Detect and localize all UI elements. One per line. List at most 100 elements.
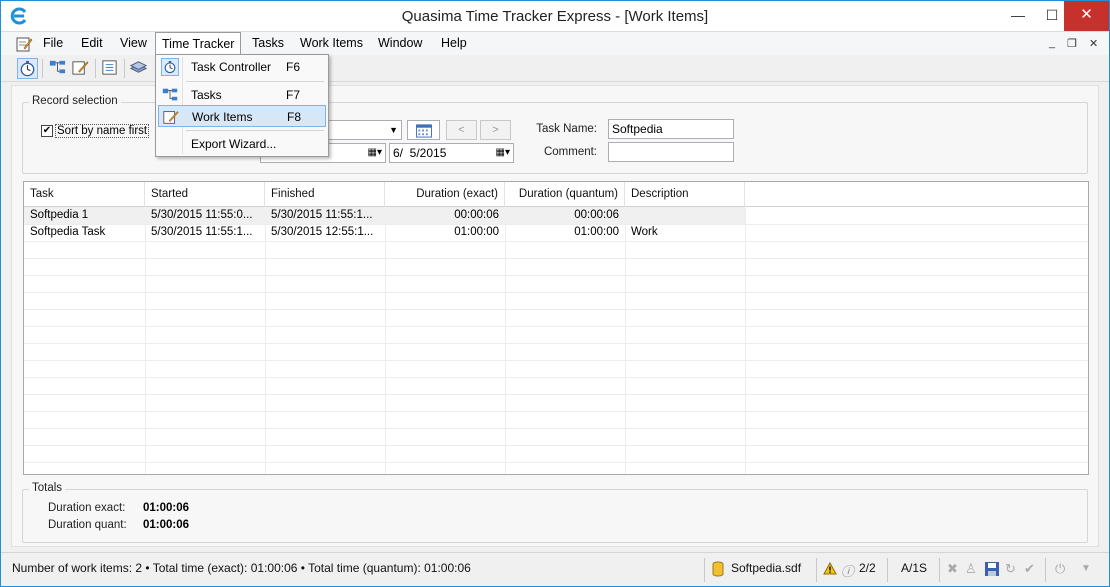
checkmark-icon[interactable]: ✔	[1024, 561, 1035, 577]
database-name: Softpedia.sdf	[731, 561, 802, 575]
cell-finished: 5/30/2015 11:55:1...	[271, 209, 373, 221]
mdi-minimize-button[interactable]: _	[1049, 37, 1055, 49]
menu-help[interactable]: Help	[435, 32, 473, 55]
window-title: Quasima Time Tracker Express - [Work Ite…	[401, 8, 709, 25]
stopwatch-icon	[161, 58, 179, 76]
date-picker-icon: ▦▾	[495, 147, 510, 158]
user-icon[interactable]: ♙	[965, 561, 977, 577]
menu-view[interactable]: View	[114, 32, 153, 55]
menu-item-tasks[interactable]: Tasks F7	[158, 84, 326, 106]
totals-group: Totals Duration exact: 01:00:06 Duration…	[22, 482, 1088, 543]
menu-item-label: Task Controller	[191, 60, 272, 74]
toolbar-tasks-button[interactable]	[48, 58, 69, 79]
toolbar-task-controller-button[interactable]	[17, 58, 38, 79]
status-summary: Number of work items: 2 • Total time (ex…	[12, 561, 471, 575]
table-row[interactable]: Softpedia 1 5/30/2015 11:55:0... 5/30/20…	[24, 207, 745, 224]
column-header-finished[interactable]: Finished	[265, 182, 385, 207]
warning-icon[interactable]	[823, 562, 837, 575]
menu-item-work-items[interactable]: Work Items F8	[158, 105, 326, 127]
menu-tasks[interactable]: Tasks	[246, 32, 290, 55]
time-tracker-menu: Task Controller F6 Tasks F7 Work Items F…	[155, 54, 329, 157]
comment-label: Comment:	[543, 146, 597, 158]
document-edit-icon[interactable]	[15, 35, 33, 53]
date-to-value: 6/ 5/2015	[393, 146, 447, 160]
refresh-icon[interactable]: ↻	[1005, 561, 1016, 577]
title-bar: Quasima Time Tracker Express - [Work Ite…	[1, 1, 1109, 32]
status-bar: Number of work items: 2 • Total time (ex…	[1, 552, 1109, 586]
close-button[interactable]: ✕	[1064, 1, 1109, 31]
mode-indicator: A/1S	[901, 561, 928, 575]
date-to-field[interactable]: 6/ 5/2015 ▦▾	[389, 143, 514, 163]
menu-window[interactable]: Window	[372, 32, 428, 55]
mdi-close-button[interactable]: ✕	[1089, 37, 1098, 50]
duration-quant-value: 01:00:06	[143, 519, 190, 531]
task-tree-icon	[162, 88, 178, 101]
menu-bar: File Edit View Time Tracker Tasks Work I…	[1, 32, 1109, 56]
minimize-button[interactable]: —	[1001, 1, 1035, 31]
edit-icon	[72, 61, 89, 75]
toolbar-work-items-button[interactable]	[71, 58, 92, 79]
shortcut-label: F6	[286, 60, 301, 74]
calendar-button[interactable]	[407, 120, 440, 140]
task-tree-icon	[49, 60, 66, 74]
toolbar-list-button[interactable]	[100, 58, 121, 79]
chevron-down-icon: ▼	[389, 125, 398, 135]
cell-duration-exact: 00:00:06	[454, 209, 499, 221]
menu-item-label: Work Items	[192, 110, 253, 124]
duration-exact-value: 01:00:06	[143, 502, 190, 514]
record-selection-title: Record selection	[29, 95, 121, 107]
power-icon[interactable]: ⏻	[1055, 561, 1065, 577]
menu-edit[interactable]: Edit	[75, 32, 109, 55]
info-icon[interactable]: ⓘ	[841, 561, 854, 580]
cell-description: Work	[631, 226, 658, 238]
mdi-restore-button[interactable]: ❐	[1067, 37, 1077, 50]
menu-time-tracker[interactable]: Time Tracker	[155, 32, 242, 56]
cell-duration-quantum: 01:00:00	[574, 226, 619, 238]
menu-work-items[interactable]: Work Items	[294, 32, 369, 55]
menu-item-label: Tasks	[191, 88, 222, 102]
date-picker-icon: ▦▾	[367, 147, 382, 158]
shortcut-label: F8	[287, 110, 302, 124]
cell-started: 5/30/2015 11:55:1...	[151, 226, 253, 238]
cell-duration-exact: 01:00:00	[454, 226, 499, 238]
save-icon[interactable]	[984, 561, 1000, 577]
column-header-description[interactable]: Description	[625, 182, 745, 207]
cell-task: Softpedia 1	[30, 209, 89, 221]
duration-exact-label: Duration exact:	[48, 502, 126, 514]
totals-title: Totals	[29, 482, 66, 494]
list-icon	[102, 60, 117, 75]
task-filter-combo[interactable]: ▼	[323, 120, 402, 140]
cell-duration-quantum: 00:00:06	[574, 209, 619, 221]
sort-by-name-checkbox[interactable]: ✔	[41, 125, 53, 137]
comment-input[interactable]	[608, 142, 734, 162]
duration-quant-label: Duration quant:	[48, 519, 127, 531]
cell-description	[625, 207, 745, 224]
stopwatch-icon	[20, 60, 35, 77]
column-header-duration-quantum[interactable]: Duration (quantum)	[505, 182, 625, 207]
menu-item-export-wizard[interactable]: Export Wizard...	[158, 133, 326, 155]
delete-icon[interactable]: ✖	[947, 561, 958, 577]
cell-started: 5/30/2015 11:55:0...	[151, 209, 253, 221]
column-header-duration-exact[interactable]: Duration (exact)	[385, 182, 505, 207]
menu-item-task-controller[interactable]: Task Controller F6	[158, 56, 326, 78]
calendar-icon	[415, 124, 432, 138]
database-icon	[712, 561, 724, 577]
column-header-started[interactable]: Started	[145, 182, 265, 207]
chevron-down-icon[interactable]: ▼	[1081, 563, 1091, 574]
app-window: Quasima Time Tracker Express - [Work Ite…	[0, 0, 1110, 587]
column-header-task[interactable]: Task	[24, 182, 145, 207]
sort-by-name-label[interactable]: Sort by name first	[55, 124, 150, 138]
layers-icon	[129, 61, 148, 73]
next-button[interactable]: >	[480, 120, 511, 140]
toolbar-layers-button[interactable]	[129, 58, 150, 79]
table-row[interactable]: Softpedia Task 5/30/2015 11:55:1... 5/30…	[24, 224, 745, 241]
previous-button[interactable]: <	[446, 120, 477, 140]
work-items-table[interactable]: Task Started Finished Duration (exact) D…	[23, 181, 1089, 475]
menu-item-label: Export Wizard...	[191, 137, 277, 151]
menu-file[interactable]: File	[37, 32, 69, 55]
task-name-input[interactable]: Softpedia	[608, 119, 734, 139]
shortcut-label: F7	[286, 88, 301, 102]
task-name-label: Task Name:	[536, 123, 597, 135]
cell-task: Softpedia Task	[30, 226, 106, 238]
edit-icon	[163, 111, 179, 124]
